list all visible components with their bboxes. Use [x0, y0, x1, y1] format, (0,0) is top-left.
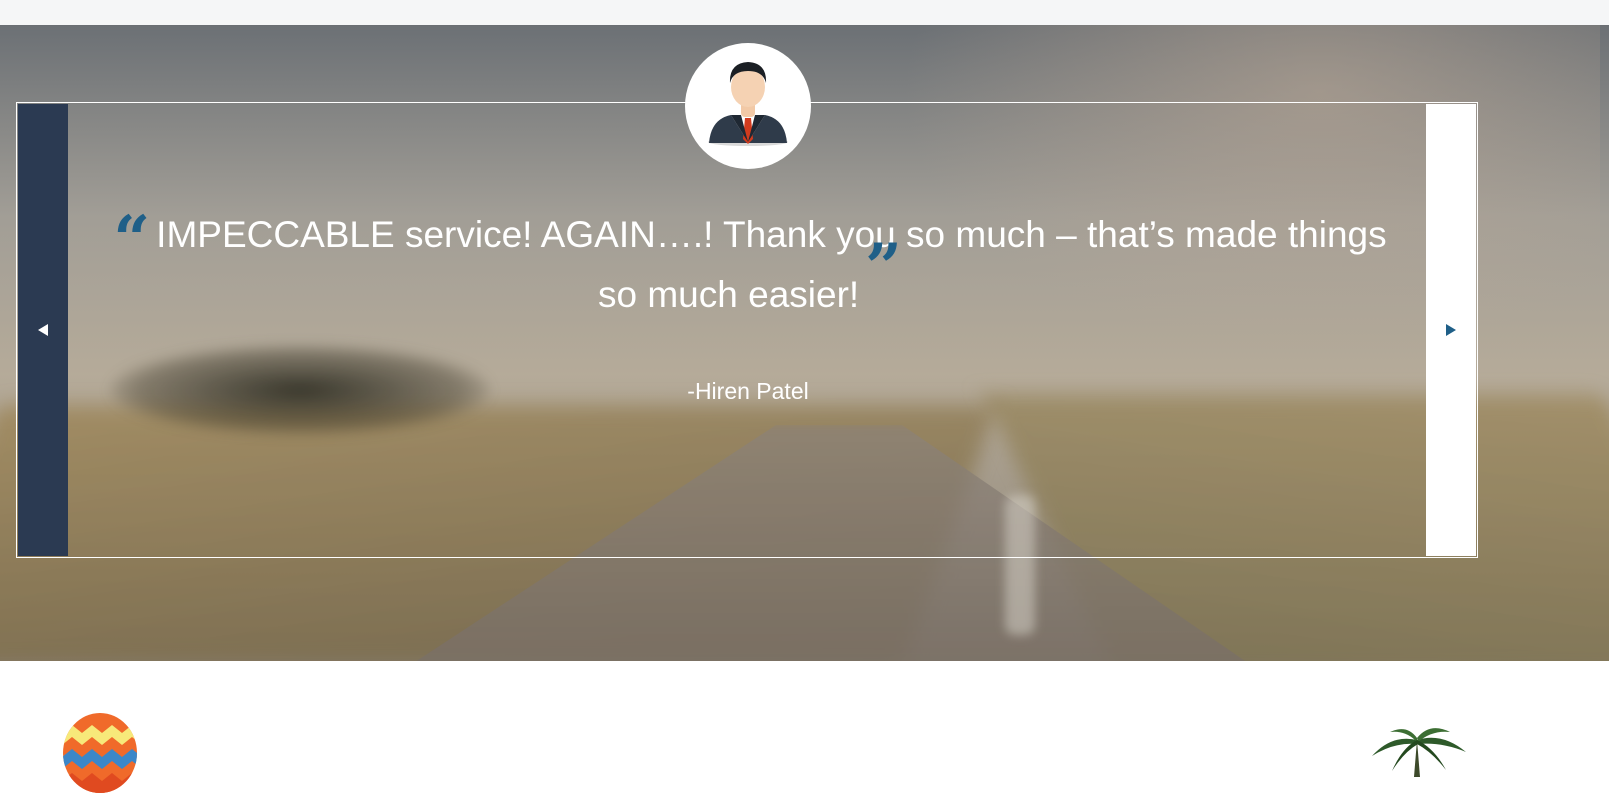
testimonial-author: -Hiren Patel — [687, 378, 809, 404]
testimonial-frame — [16, 102, 1478, 558]
top-navigation-bar — [0, 0, 1609, 26]
testimonial-quote-text: IMPECCABLE service! AGAIN….! Thank you s… — [156, 214, 1387, 315]
caret-left-icon — [38, 324, 48, 336]
testimonial-avatar — [685, 43, 811, 169]
carousel-next-button[interactable] — [1426, 104, 1476, 556]
open-quote-icon: “ — [113, 202, 151, 277]
palm-tree-icon — [1372, 728, 1466, 777]
hot-air-balloon-icon — [63, 713, 137, 793]
businessman-avatar-icon — [708, 62, 788, 146]
caret-right-icon — [1446, 324, 1456, 336]
carousel-prev-button[interactable] — [18, 104, 68, 556]
close-quote-icon: ” — [865, 230, 902, 305]
testimonial-quote: “IMPECCABLE service! AGAIN….! Thank you … — [100, 205, 1400, 325]
